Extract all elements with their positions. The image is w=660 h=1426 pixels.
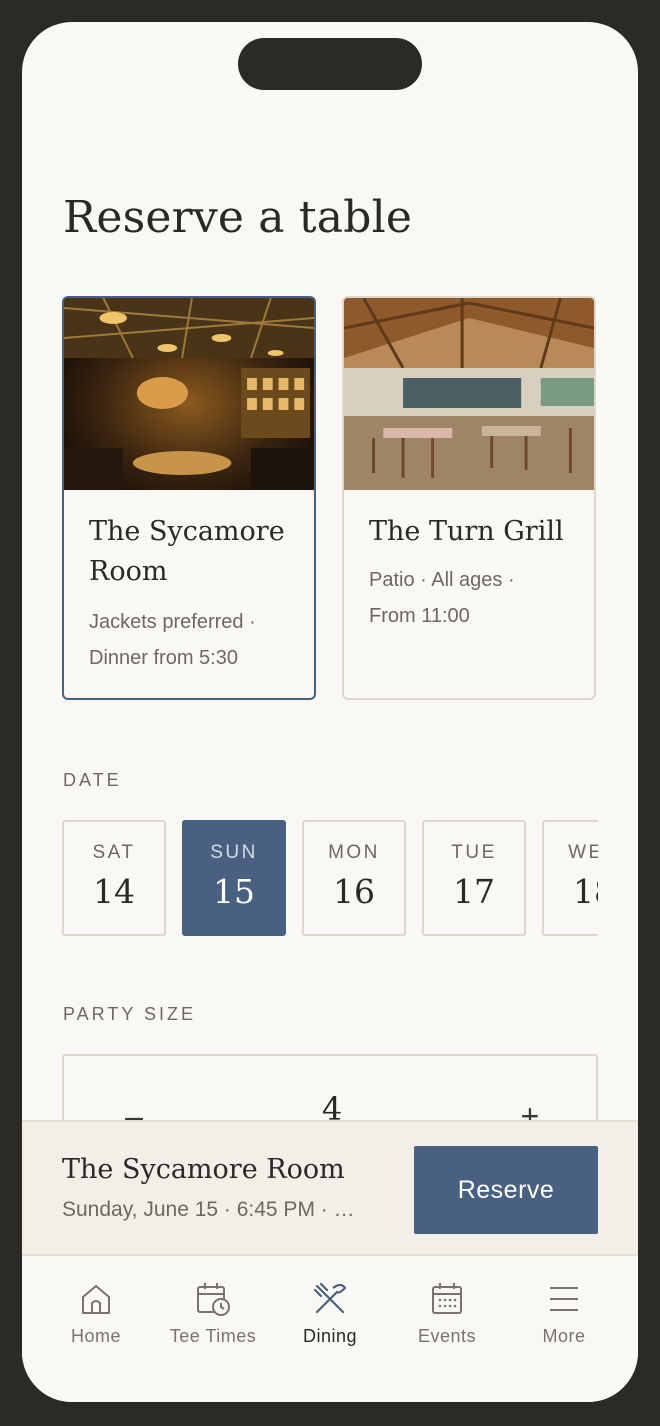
venue-card-sycamore-room[interactable]: The Sycamore Room Jackets preferred · Di… — [62, 296, 316, 700]
venue-meta-line: Patio · All ages · — [369, 569, 515, 591]
venue-name: The Sycamore Room — [89, 516, 285, 587]
reserve-button[interactable]: Reserve — [414, 1146, 598, 1234]
tab-label: Events — [417, 1326, 477, 1346]
date-weekday: SUN — [210, 842, 258, 863]
date-section-label: DATE — [63, 770, 122, 790]
menu-icon — [550, 1287, 578, 1311]
page-title: Reserve a table — [63, 192, 413, 243]
summary-venue-name: The Sycamore Room — [62, 1154, 345, 1185]
date-number: 15 — [213, 872, 255, 911]
venue-meta-line: Dinner from 5:30 — [89, 647, 238, 669]
date-number: 14 — [93, 872, 135, 911]
date-weekday: TUE — [451, 842, 497, 863]
tab-home[interactable]: Home — [37, 1280, 155, 1360]
phone-frame: Reserve a table The Sycamore Room Jacket… — [0, 0, 660, 1426]
tab-label: Home — [70, 1326, 121, 1346]
date-number: 16 — [333, 872, 375, 911]
tab-tee-times[interactable]: Tee Times — [154, 1280, 272, 1360]
tab-dining[interactable]: Dining — [271, 1280, 389, 1360]
date-weekday: SAT — [92, 842, 136, 863]
date-weekday: MON — [328, 842, 380, 863]
tab-label: Dining — [302, 1326, 358, 1346]
date-tile[interactable]: WED 18 — [542, 820, 598, 936]
venue-name: The Turn Grill — [369, 516, 564, 547]
tab-events[interactable]: Events — [388, 1280, 506, 1360]
home-icon — [82, 1285, 110, 1314]
date-tile-selected[interactable]: SUN 15 — [182, 820, 286, 936]
date-number: 18 — [573, 872, 598, 911]
summary-detail: Sunday, June 15 · 6:45 PM · … — [62, 1198, 355, 1221]
utensils-icon — [313, 1282, 347, 1314]
date-tile[interactable]: MON 16 — [302, 820, 406, 936]
venue-meta-line: From 11:00 — [369, 605, 470, 627]
bottom-tab-bar: Home Tee Times Dining Events More — [22, 1256, 638, 1402]
venue-meta-line: Jackets preferred · — [89, 611, 256, 633]
app-screen: Reserve a table The Sycamore Room Jacket… — [22, 22, 638, 1402]
dynamic-island — [238, 38, 422, 90]
venue-card-turn-grill[interactable]: The Turn Grill Patio · All ages · From 1… — [342, 296, 596, 700]
tab-label: Tee Times — [169, 1326, 257, 1346]
date-tile[interactable]: SAT 14 — [62, 820, 166, 936]
date-tile[interactable]: TUE 17 — [422, 820, 526, 936]
reservation-summary-bar: The Sycamore Room Sunday, June 15 · 6:45… — [22, 1120, 638, 1256]
date-number: 17 — [453, 872, 495, 911]
calendar-clock-icon — [197, 1283, 230, 1316]
tab-label: More — [542, 1326, 586, 1346]
party-size-label: PARTY SIZE — [63, 1004, 197, 1024]
calendar-icon — [432, 1283, 462, 1314]
venue-photo-turn-grill — [344, 298, 594, 490]
tab-more[interactable]: More — [505, 1280, 623, 1360]
date-weekday: WED — [568, 842, 598, 863]
date-strip[interactable]: SAT 14 SUN 15 MON 16 TUE 17 WED 18 — [62, 820, 598, 936]
venue-photo-sycamore-room — [64, 298, 314, 490]
